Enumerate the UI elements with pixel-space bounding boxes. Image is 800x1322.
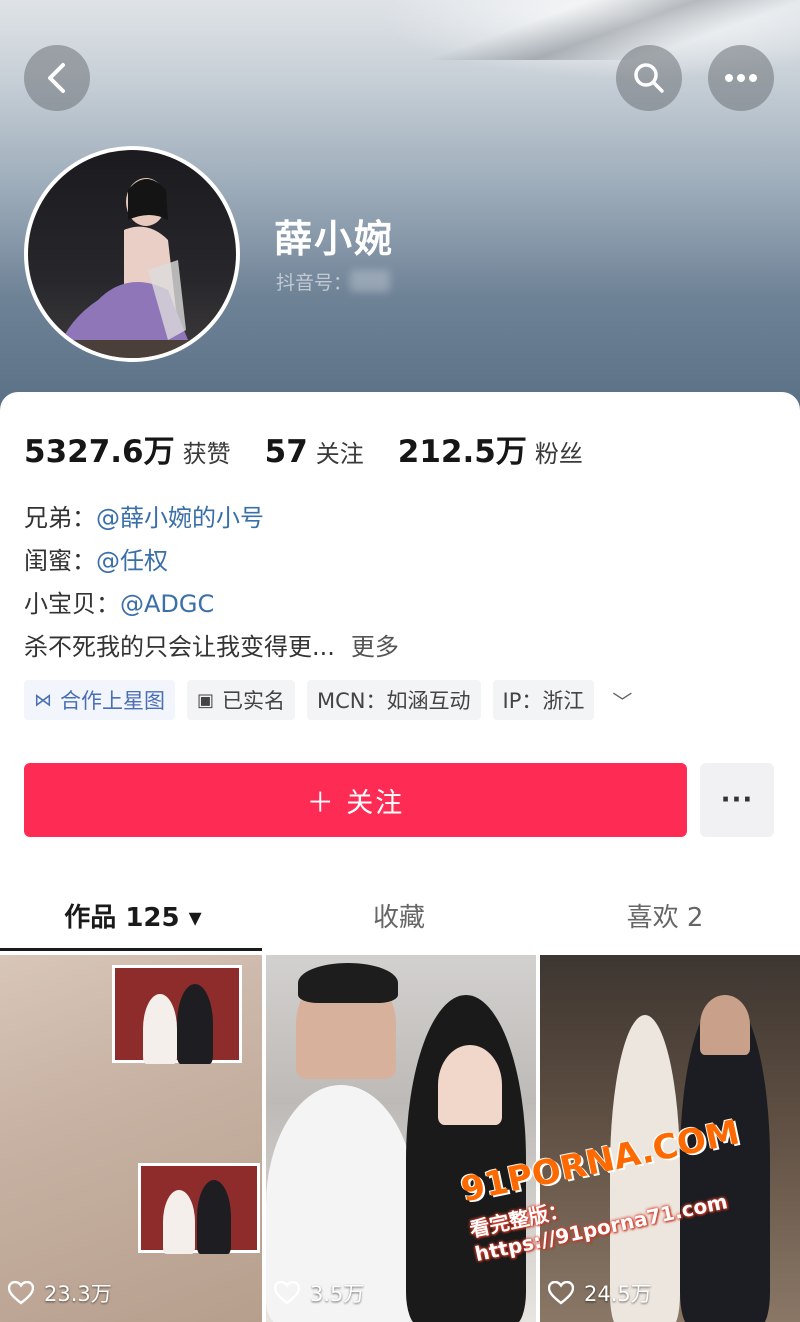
bio-prefix: 兄弟： (24, 504, 96, 532)
tag-ip: IP：浙江 (492, 680, 595, 720)
groom-figure (177, 984, 213, 1064)
wedding-photo (138, 1163, 260, 1254)
stat-value: 57 (264, 434, 308, 470)
stat-following[interactable]: 57 关注 (265, 434, 364, 470)
groom-figure (197, 1180, 231, 1254)
video-likes: 24.5万 (548, 1278, 652, 1308)
heart-icon (274, 1281, 300, 1305)
profile-name: 薛小婉 (274, 217, 395, 261)
stat-value: 212.5万 (397, 434, 527, 470)
heart-icon (8, 1281, 34, 1305)
tag-label: MCN：如涵互动 (317, 689, 471, 713)
ellipsis-icon (725, 74, 757, 82)
content-tabs: 作品 125 ▾ 收藏 喜欢 2 (0, 880, 800, 950)
chevron-down-icon[interactable]: ﹀ (612, 686, 632, 715)
tag-label: 合作上星图 (60, 689, 165, 713)
bio-prefix: 闺蜜： (24, 547, 96, 575)
bio-prefix: 小宝贝： (24, 590, 120, 618)
tab-indicator (0, 948, 262, 951)
woman-face (438, 1045, 502, 1125)
starmap-icon: ⋈ (34, 689, 52, 711)
stat-likes[interactable]: 5327.6万 获赞 (24, 426, 231, 471)
chevron-left-icon (48, 63, 65, 93)
tag-mcn[interactable]: MCN：如涵互动 (307, 680, 481, 720)
tab-works[interactable]: 作品 125 ▾ (0, 880, 266, 950)
man-hair (298, 963, 398, 1003)
groom-face (700, 995, 750, 1055)
video-likes-count: 24.5万 (584, 1282, 652, 1306)
bio-mention-link[interactable]: @ADGC (120, 583, 214, 626)
video-thumbnail[interactable]: 23.3万 (0, 955, 262, 1322)
bio-mention-link[interactable]: @任权 (96, 540, 168, 583)
douyin-id-blurred (350, 270, 390, 292)
search-icon (634, 63, 664, 93)
back-button[interactable] (24, 45, 90, 111)
bio-line: 小宝贝： @ADGC (24, 583, 399, 626)
tag-label: IP：浙江 (502, 689, 585, 713)
video-likes-count: 3.5万 (310, 1282, 365, 1306)
tag-row: ⋈ 合作上星图 ▣ 已实名 MCN：如涵互动 IP：浙江 ﹀ (24, 680, 632, 720)
bride-figure (143, 994, 177, 1064)
stat-followers[interactable]: 212.5万 粉丝 (398, 426, 583, 471)
tag-label: 已实名 (222, 689, 286, 713)
tab-likes[interactable]: 喜欢 2 (532, 880, 798, 950)
tab-favorites[interactable]: 收藏 (266, 880, 532, 950)
video-likes-count: 23.3万 (44, 1282, 112, 1306)
douyin-id-label: 抖音号： (276, 272, 353, 294)
avatar[interactable] (24, 146, 240, 362)
bride-figure (163, 1190, 195, 1254)
bio: 兄弟： @薛小婉的小号 闺蜜： @任权 小宝贝： @ADGC 杀不死我的只会让我… (24, 497, 399, 669)
tag-verified[interactable]: ▣ 已实名 (187, 680, 296, 720)
bio-more-link[interactable]: 更多 (351, 626, 399, 669)
tag-starmap[interactable]: ⋈ 合作上星图 (24, 680, 175, 720)
more-options-button[interactable] (708, 45, 774, 111)
stat-value: 5327.6万 (24, 434, 175, 470)
video-likes: 3.5万 (274, 1278, 364, 1308)
bio-line: 闺蜜： @任权 (24, 540, 399, 583)
bio-line: 杀不死我的只会让我变得更... 更多 (24, 626, 399, 669)
heart-icon (548, 1281, 574, 1305)
stat-label: 粉丝 (534, 440, 583, 468)
follow-button[interactable]: ＋ 关注 (24, 763, 687, 837)
avatar-photo (28, 178, 236, 358)
search-button[interactable] (616, 45, 682, 111)
follow-more-button[interactable]: ··· (700, 763, 774, 837)
bio-text: 杀不死我的只会让我变得更... (24, 633, 335, 661)
video-likes: 23.3万 (8, 1278, 112, 1308)
wedding-photo (112, 965, 242, 1064)
bio-line: 兄弟： @薛小婉的小号 (24, 497, 399, 540)
stats-row: 5327.6万 获赞 57 关注 212.5万 粉丝 (24, 426, 617, 471)
bio-mention-link[interactable]: @薛小婉的小号 (96, 497, 264, 540)
stat-label: 获赞 (182, 440, 231, 468)
id-card-icon: ▣ (197, 689, 215, 711)
stat-label: 关注 (315, 440, 364, 468)
